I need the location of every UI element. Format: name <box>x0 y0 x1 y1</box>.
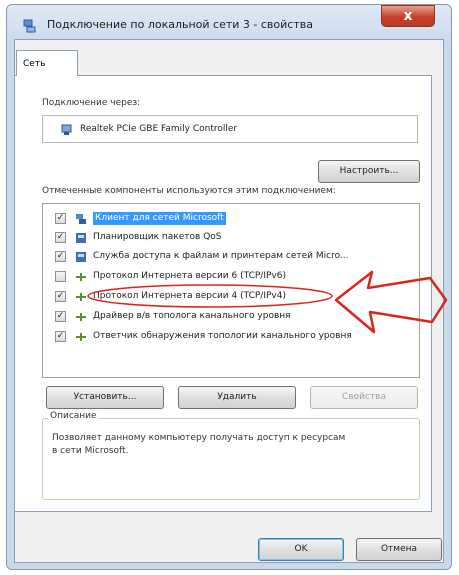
ok-button[interactable]: OK <box>258 538 344 561</box>
component-label: Клиент для сетей Microsoft <box>93 212 226 225</box>
network-service-icon <box>76 252 86 262</box>
tab-label: Сеть <box>23 59 46 69</box>
checkbox[interactable]: ✓ <box>55 232 66 243</box>
network-client-icon <box>76 214 86 224</box>
checkmark-icon: ✓ <box>56 291 65 301</box>
checkmark-icon: ✓ <box>56 213 65 223</box>
remove-button-label: Удалить <box>217 392 257 402</box>
component-label: Ответчик обнаружения топологии канальног… <box>93 331 352 341</box>
component-label: Протокол Интернета версии 6 (TCP/IPv6) <box>93 271 286 281</box>
cancel-button[interactable]: Отмена <box>356 538 442 561</box>
checkmark-icon: ✓ <box>56 311 65 321</box>
close-icon: x <box>403 8 413 24</box>
protocol-icon <box>76 293 86 301</box>
configure-button-label: Настроить... <box>339 166 399 176</box>
cancel-button-label: Отмена <box>380 544 418 554</box>
list-item[interactable]: ✓ Клиент для сетей Microsoft <box>43 210 419 228</box>
component-label: Служба доступа к файлам и принтерам сете… <box>93 251 349 261</box>
checkmark-icon: ✓ <box>56 331 65 341</box>
checkbox[interactable]: ✓ <box>55 331 66 342</box>
checkbox[interactable]: ✓ <box>55 213 66 224</box>
list-item[interactable]: ✓ Ответчик обнаружения топологии канальн… <box>43 328 419 346</box>
checkbox[interactable]: ✓ <box>55 291 66 302</box>
install-button[interactable]: Установить... <box>46 386 164 409</box>
component-label: Планировщик пакетов QoS <box>93 232 222 242</box>
list-item[interactable]: ✓ Протокол Интернета версии 4 (TCP/IPv4) <box>43 288 419 306</box>
adapter-name: Realtek PCIe GBE Family Controller <box>80 124 238 134</box>
list-item[interactable]: Протокол Интернета версии 6 (TCP/IPv6) <box>43 268 419 286</box>
component-label: Драйвер в/в тополога канального уровня <box>93 311 291 321</box>
protocol-icon <box>76 313 86 321</box>
remove-button[interactable]: Удалить <box>178 386 296 409</box>
component-label: Протокол Интернета версии 4 (TCP/IPv4) <box>93 291 286 301</box>
configure-button[interactable]: Настроить... <box>318 160 420 183</box>
description-group <box>42 418 420 500</box>
tab-network[interactable]: Сеть <box>16 50 78 76</box>
title-bar[interactable]: Подключение по локальной сети 3 - свойст… <box>7 5 451 39</box>
components-list[interactable]: ✓ Клиент для сетей Microsoft ✓ Планировщ… <box>42 203 420 378</box>
properties-button[interactable]: Свойства <box>310 386 418 409</box>
checkbox[interactable] <box>55 271 66 282</box>
network-adapter-icon <box>61 124 72 135</box>
install-button-label: Установить... <box>73 392 137 402</box>
checkmark-icon: ✓ <box>56 251 65 261</box>
window-title: Подключение по локальной сети 3 - свойст… <box>47 18 313 31</box>
list-item[interactable]: ✓ Служба доступа к файлам и принтерам се… <box>43 248 419 266</box>
checkbox[interactable]: ✓ <box>55 311 66 322</box>
protocol-icon <box>76 273 86 281</box>
network-service-icon <box>76 233 86 243</box>
list-item[interactable]: ✓ Планировщик пакетов QoS <box>43 229 419 247</box>
list-item[interactable]: ✓ Драйвер в/в тополога канального уровня <box>43 308 419 326</box>
close-button[interactable]: x <box>381 5 435 27</box>
network-connection-icon <box>23 19 36 33</box>
checkmark-icon: ✓ <box>56 232 65 242</box>
connect-using-label: Подключение через: <box>42 98 141 108</box>
description-title: Описание <box>48 411 99 421</box>
protocol-icon <box>76 333 86 341</box>
description-text: Позволяет данному компьютеру получать до… <box>52 433 346 456</box>
ok-button-label: OK <box>294 544 308 554</box>
components-label: Отмеченные компоненты используются этим … <box>42 186 336 196</box>
properties-button-label: Свойства <box>342 392 386 402</box>
checkbox[interactable]: ✓ <box>55 251 66 262</box>
